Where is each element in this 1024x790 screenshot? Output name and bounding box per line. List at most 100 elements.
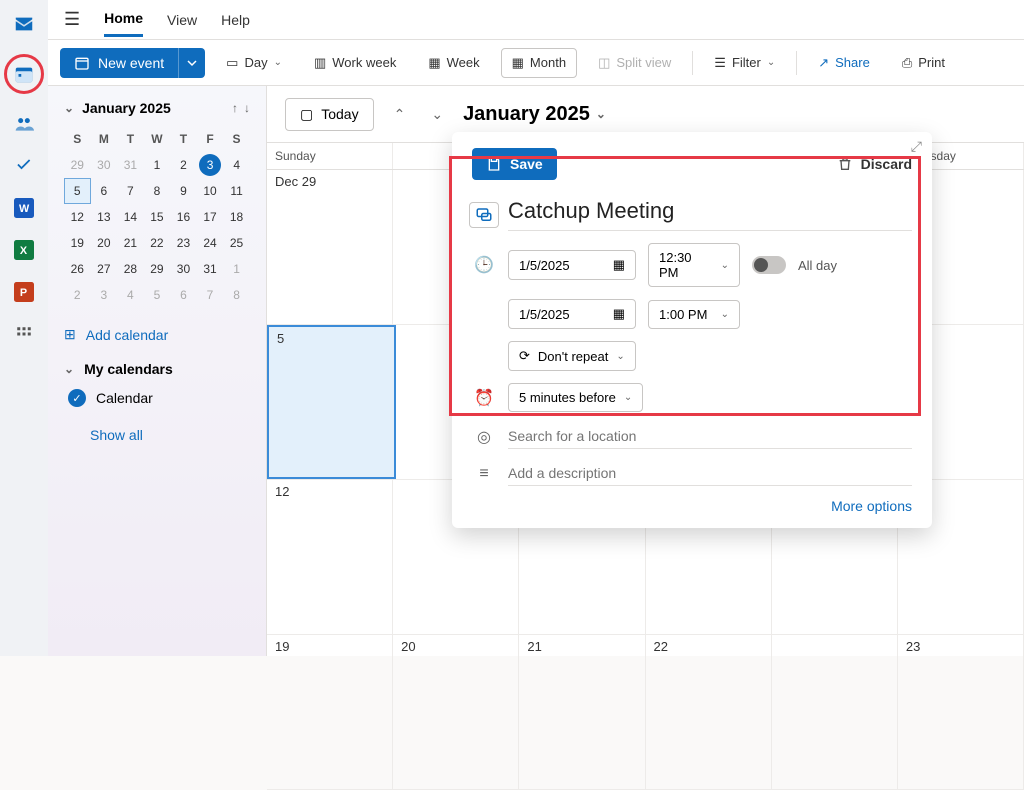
mini-day[interactable]: 4 [223, 152, 250, 178]
grid-day-cell[interactable]: 5 [267, 325, 396, 479]
mini-day[interactable]: 9 [170, 178, 197, 204]
start-time-input[interactable]: 12:30 PM⌄ [648, 243, 740, 287]
mini-day[interactable]: 3 [91, 282, 118, 308]
grid-day-cell[interactable]: 19 [267, 635, 393, 789]
mini-dow: S [64, 126, 91, 152]
grid-day-cell[interactable]: 12 [267, 480, 393, 634]
mini-day[interactable]: 6 [91, 178, 118, 204]
tab-view[interactable]: View [167, 4, 197, 36]
hamburger-icon[interactable]: ☰ [64, 9, 80, 30]
discard-button[interactable]: Discard [837, 156, 912, 172]
excel-icon[interactable]: X [12, 238, 36, 262]
reminder-dropdown[interactable]: 5 minutes before⌄ [508, 383, 643, 412]
mini-day[interactable]: 8 [144, 178, 171, 204]
mini-day[interactable]: 10 [197, 178, 224, 204]
grid-day-cell[interactable]: 20 [393, 635, 519, 789]
view-day-button[interactable]: ▭Day⌄ [215, 48, 293, 78]
mini-day[interactable]: 7 [197, 282, 224, 308]
view-month-button[interactable]: ▦Month [501, 48, 577, 78]
more-apps-icon[interactable] [12, 322, 36, 346]
mini-day[interactable]: 2 [64, 282, 91, 308]
mini-day[interactable]: 31 [197, 256, 224, 282]
mini-day[interactable]: 5 [144, 282, 171, 308]
location-input[interactable] [508, 424, 912, 449]
repeat-dropdown[interactable]: ⟳Don't repeat⌄ [508, 341, 636, 371]
mini-day[interactable]: 26 [64, 256, 91, 282]
word-icon[interactable]: W [12, 196, 36, 220]
next-month-icon[interactable]: ↓ [244, 101, 250, 115]
mini-day[interactable]: 24 [197, 230, 224, 256]
teams-icon[interactable] [472, 202, 496, 228]
mini-day[interactable]: 18 [223, 204, 250, 230]
mini-day[interactable]: 23 [170, 230, 197, 256]
grid-day-cell[interactable]: 23 [898, 635, 1024, 789]
mini-day[interactable]: 27 [91, 256, 118, 282]
start-date-input[interactable]: 1/5/2025▦ [508, 250, 636, 280]
chevron-down-icon[interactable]: ⌄ [64, 101, 74, 115]
mini-day[interactable]: 2 [170, 152, 197, 178]
mini-day[interactable]: 31 [117, 152, 144, 178]
mini-day[interactable]: 3 [199, 154, 221, 176]
mini-day[interactable]: 28 [117, 256, 144, 282]
filter-button[interactable]: ☰Filter⌄ [703, 48, 786, 78]
share-button[interactable]: ↗Share [807, 48, 881, 78]
my-calendars-header[interactable]: ⌄ My calendars [64, 361, 250, 377]
mini-day[interactable]: 19 [64, 230, 91, 256]
event-title-input[interactable] [508, 198, 912, 231]
powerpoint-icon[interactable]: P [12, 280, 36, 304]
calendar-item[interactable]: ✓ Calendar [68, 389, 250, 407]
mini-day[interactable]: 13 [91, 204, 118, 230]
mini-day[interactable]: 12 [64, 204, 91, 230]
grid-day-cell[interactable]: 22 [646, 635, 772, 789]
tab-help[interactable]: Help [221, 4, 250, 36]
view-workweek-button[interactable]: ▥Work week [303, 48, 407, 78]
print-button[interactable]: ⎙Print [891, 48, 956, 78]
mini-day[interactable]: 8 [223, 282, 250, 308]
tab-home[interactable]: Home [104, 2, 143, 37]
view-week-button[interactable]: ▦Week [417, 48, 490, 78]
mini-day[interactable]: 29 [64, 152, 91, 178]
mini-day[interactable]: 4 [117, 282, 144, 308]
mini-day[interactable]: 1 [223, 256, 250, 282]
mini-day[interactable]: 7 [117, 178, 144, 204]
grid-day-cell[interactable]: 21 [519, 635, 645, 789]
mini-day[interactable]: 29 [144, 256, 171, 282]
save-button[interactable]: Save [472, 148, 557, 180]
mini-day[interactable]: 14 [117, 204, 144, 230]
todo-icon[interactable] [12, 154, 36, 178]
mini-day[interactable]: 5 [64, 178, 91, 204]
prev-period-icon[interactable]: ⌃ [388, 102, 412, 127]
mini-day[interactable]: 15 [144, 204, 171, 230]
mail-icon[interactable] [12, 12, 36, 36]
mini-day[interactable]: 30 [91, 152, 118, 178]
mini-day[interactable]: 25 [223, 230, 250, 256]
mini-day[interactable]: 16 [170, 204, 197, 230]
people-icon[interactable] [12, 112, 36, 136]
show-all-link[interactable]: Show all [90, 427, 250, 443]
mini-day[interactable]: 17 [197, 204, 224, 230]
all-day-toggle[interactable] [752, 256, 786, 274]
today-button[interactable]: ▢ Today [285, 98, 374, 131]
mini-day[interactable]: 20 [91, 230, 118, 256]
mini-day[interactable]: 21 [117, 230, 144, 256]
add-calendar-button[interactable]: ⊞ Add calendar [64, 326, 250, 343]
mini-day[interactable]: 11 [223, 178, 250, 204]
mini-day[interactable]: 30 [170, 256, 197, 282]
expand-icon[interactable]: ⤢ [911, 138, 922, 155]
new-event-button[interactable]: New event [60, 48, 178, 78]
next-period-icon[interactable]: ⌄ [425, 102, 449, 127]
mini-day[interactable]: 22 [144, 230, 171, 256]
prev-month-icon[interactable]: ↑ [232, 101, 238, 115]
new-event-dropdown[interactable] [178, 48, 205, 78]
calendar-app-icon[interactable] [12, 62, 36, 86]
mini-day[interactable]: 6 [170, 282, 197, 308]
mini-day[interactable]: 1 [144, 152, 171, 178]
grid-day-cell[interactable] [772, 635, 898, 789]
grid-day-cell[interactable]: Dec 29 [267, 170, 393, 324]
month-title[interactable]: January 2025 ⌄ [463, 103, 606, 126]
end-date-input[interactable]: 1/5/2025▦ [508, 299, 636, 329]
description-input[interactable] [508, 461, 912, 486]
more-options-link[interactable]: More options [472, 498, 912, 514]
split-view-button[interactable]: ◫Split view [587, 48, 682, 78]
end-time-input[interactable]: 1:00 PM⌄ [648, 300, 740, 329]
